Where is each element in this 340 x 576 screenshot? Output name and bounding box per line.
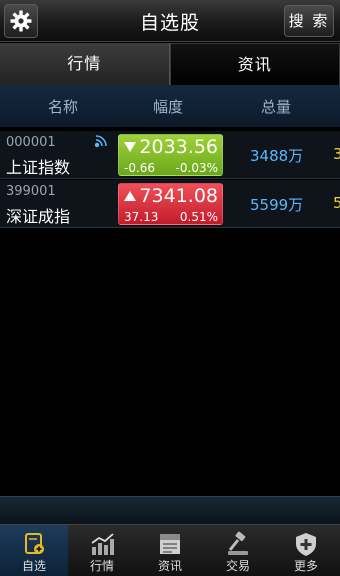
stock-code: 000001 xyxy=(6,135,56,150)
news-icon xyxy=(160,534,180,554)
watchlist-icon xyxy=(25,533,44,554)
chart-icon xyxy=(91,533,114,555)
nav-label: 交易 xyxy=(225,559,250,573)
stock-percent: 0.51% xyxy=(179,210,218,224)
column-header: 名称 幅度 总量 xyxy=(0,85,340,127)
signal-icon xyxy=(94,135,107,148)
stock-percent: -0.03% xyxy=(175,161,218,175)
column-name[interactable]: 名称 xyxy=(48,96,78,117)
title-bar: 自选股 搜 索 xyxy=(0,0,340,42)
stock-code: 399001 xyxy=(6,184,56,199)
column-range[interactable]: 幅度 xyxy=(153,96,183,117)
stock-change: -0.66 xyxy=(124,161,156,175)
stock-volume: 5599万 xyxy=(250,196,304,214)
table-row[interactable]: 000001 上证指数 2033.56 -0.66 -0.03% 3488万 3 xyxy=(0,131,340,179)
stock-extra: 3 xyxy=(333,145,340,163)
nav-item-market[interactable]: 行情 xyxy=(68,525,136,576)
nav-label: 行情 xyxy=(89,559,114,573)
up-arrow-icon xyxy=(124,191,136,201)
price-box: 7341.08 37.13 0.51% xyxy=(118,183,223,225)
stock-name: 深证成指 xyxy=(6,207,71,226)
nav-item-watchlist[interactable]: 自选 xyxy=(0,525,68,576)
stock-extra: 5 xyxy=(333,194,340,212)
market-ticker[interactable] xyxy=(0,496,340,524)
nav-label: 更多 xyxy=(293,559,318,573)
tab-news[interactable]: 资讯 xyxy=(169,43,340,85)
stock-price: 2033.56 xyxy=(139,136,218,158)
search-button[interactable]: 搜 索 xyxy=(284,5,334,37)
stock-name: 上证指数 xyxy=(6,158,71,177)
down-arrow-icon xyxy=(124,142,136,152)
stock-change: 37.13 xyxy=(124,210,159,224)
price-box: 2033.56 -0.66 -0.03% xyxy=(118,134,223,176)
nav-item-news[interactable]: 资讯 xyxy=(136,525,204,576)
nav-item-more[interactable]: 更多 xyxy=(272,525,340,576)
gavel-icon xyxy=(228,531,248,555)
bottom-nav: 自选 行情 资讯 交易 更多 xyxy=(0,524,340,576)
tab-bar: 行情 资讯 xyxy=(0,43,340,85)
table-row[interactable]: 399001 深证成指 7341.08 37.13 0.51% 5599万 5 xyxy=(0,180,340,228)
tab-market[interactable]: 行情 xyxy=(0,43,170,85)
nav-label: 资讯 xyxy=(157,559,182,573)
nav-item-trade[interactable]: 交易 xyxy=(204,525,272,576)
nav-label: 自选 xyxy=(21,559,46,573)
stock-volume: 3488万 xyxy=(250,147,304,165)
column-volume[interactable]: 总量 xyxy=(261,96,291,117)
stock-price: 7341.08 xyxy=(139,185,218,207)
shield-plus-icon xyxy=(296,533,316,556)
